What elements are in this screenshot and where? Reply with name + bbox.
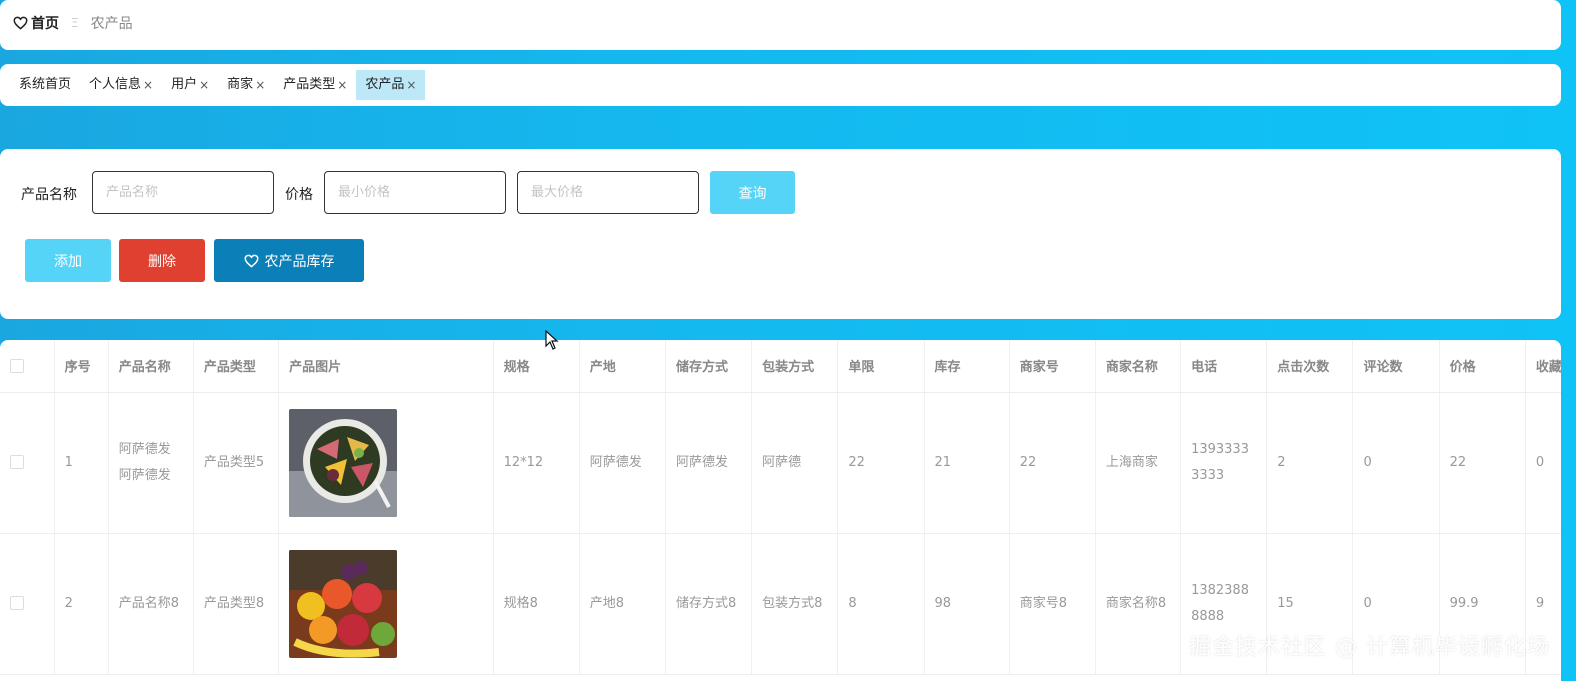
select-all-checkbox[interactable] [10,358,24,373]
table-cell: 22 [837,392,925,534]
image-cell [278,533,494,675]
table-cell: 商家名称8 [1095,533,1182,675]
table-cell: 规格8 [493,533,580,675]
table-cell: 产地8 [579,533,666,675]
table-cell: 产品类型5 [193,392,280,534]
row-select-cell [0,392,55,534]
tab-product-types[interactable]: 产品类型 × [274,70,356,100]
stock-button[interactable]: 农产品库存 [214,239,364,282]
table-cell: 1 [54,392,109,534]
table-cell: 阿萨德 [751,392,839,534]
product-name-input[interactable] [92,171,274,214]
column-header[interactable]: 评论数 [1352,340,1440,393]
table-cell: 0 [1525,392,1561,534]
column-header[interactable]: 收藏 [1525,340,1561,393]
tab-merchants[interactable]: 商家 × [218,70,274,100]
breadcrumb-current: 农产品 [90,16,133,32]
table-cell: 产品类型8 [193,533,280,675]
table-cell: 22 [1009,392,1096,534]
tab-label: 产品类型 [283,77,336,92]
breadcrumb-bar: 首页 Ξ 农产品 [0,0,1561,50]
column-header[interactable]: 规格 [493,340,580,393]
search-panel: 产品名称 价格 查询 添加 删除 农产品库存 [0,149,1561,319]
table-cell: 13933333333 [1180,392,1268,534]
fruit-pile-image [289,549,398,658]
table-cell: 8 [837,533,925,675]
table-cell: 阿萨德发 [665,392,753,534]
row-checkbox[interactable] [10,596,24,610]
min-price-input[interactable] [324,171,506,214]
delete-button[interactable]: 删除 [119,239,205,282]
tab-label: 商家 [227,77,254,92]
tab-list: 系统首页 个人信息 × 用户 × 商家 × 产品类型 × 农产品 × [10,70,426,100]
table-cell: 阿萨德发阿萨德发 [108,392,194,534]
column-header[interactable]: 库存 [924,340,1010,393]
table-cell: 商家号8 [1009,533,1096,675]
heart-icon [13,16,28,30]
close-icon[interactable]: × [199,70,209,100]
table-cell: 12*12 [493,392,580,534]
product-name-label: 产品名称 [21,187,77,203]
column-header[interactable]: 价格 [1439,340,1526,393]
tab-farm-products[interactable]: 农产品 × [356,70,426,100]
select-all-cell [0,340,55,393]
close-icon[interactable]: × [143,70,153,100]
tab-label: 个人信息 [89,77,142,92]
watermark: 掘金技术社区 @ 计算机毕设孵化场 [1189,635,1550,660]
query-button[interactable]: 查询 [710,171,795,214]
breadcrumb: 首页 Ξ 农产品 [13,13,133,33]
product-table: 序号 产品名称 产品类型 产品图片 规格 产地 储存方式 包装方式 单限 库存 … [0,340,1561,675]
tabs-bar: 系统首页 个人信息 × 用户 × 商家 × 产品类型 × 农产品 × [0,64,1561,106]
column-header[interactable]: 产地 [579,340,666,393]
column-header[interactable]: 储存方式 [665,340,753,393]
table-cell: 上海商家 [1095,392,1182,534]
table-cell: 22 [1439,392,1526,534]
tab-label: 农产品 [365,77,405,92]
add-button[interactable]: 添加 [25,239,111,282]
row-select-cell [0,533,55,675]
table-cell: 产品名称8 [108,533,194,675]
table-cell: 包装方式8 [751,533,839,675]
table-row[interactable]: 1 阿萨德发阿萨德发 产品类型5 12*12 阿萨德发 阿萨德发 阿萨德 22 … [0,392,1561,534]
table-cell: 储存方式8 [665,533,753,675]
table-cell: 阿萨德发 [579,392,666,534]
close-icon[interactable]: × [337,70,347,100]
table-header-row: 序号 产品名称 产品类型 产品图片 规格 产地 储存方式 包装方式 单限 库存 … [0,340,1561,393]
table-cell: 2 [1266,392,1354,534]
row-checkbox[interactable] [10,455,24,469]
column-header[interactable]: 序号 [54,340,109,393]
column-header[interactable]: 产品类型 [193,340,280,393]
column-header[interactable]: 商家号 [1009,340,1096,393]
tab-users[interactable]: 用户 × [162,70,218,100]
max-price-input[interactable] [517,171,699,214]
mouse-cursor-icon [545,330,559,350]
tab-profile[interactable]: 个人信息 × [80,70,162,100]
fruit-bowl-image [289,408,398,517]
column-header[interactable]: 点击次数 [1266,340,1354,393]
tab-home[interactable]: 系统首页 [10,70,80,100]
image-cell [278,392,494,534]
table-cell: 2 [54,533,109,675]
stock-button-label: 农产品库存 [264,253,335,270]
close-icon[interactable]: × [255,70,265,100]
tab-label: 系统首页 [19,77,72,92]
table-cell: 0 [1352,392,1440,534]
column-header[interactable]: 产品名称 [108,340,194,393]
breadcrumb-home-label: 首页 [31,16,59,32]
column-header[interactable]: 包装方式 [751,340,839,393]
column-header[interactable]: 商家名称 [1095,340,1182,393]
column-header[interactable]: 单限 [837,340,925,393]
breadcrumb-home[interactable]: 首页 [13,13,59,33]
column-header[interactable]: 电话 [1180,340,1268,393]
close-icon[interactable]: × [406,70,416,100]
heart-icon [243,254,259,268]
column-header[interactable]: 产品图片 [278,340,494,393]
breadcrumb-separator: Ξ [71,16,79,30]
price-label: 价格 [285,187,313,203]
tab-label: 用户 [171,77,198,92]
table-cell: 98 [924,533,1010,675]
table-cell: 21 [924,392,1010,534]
